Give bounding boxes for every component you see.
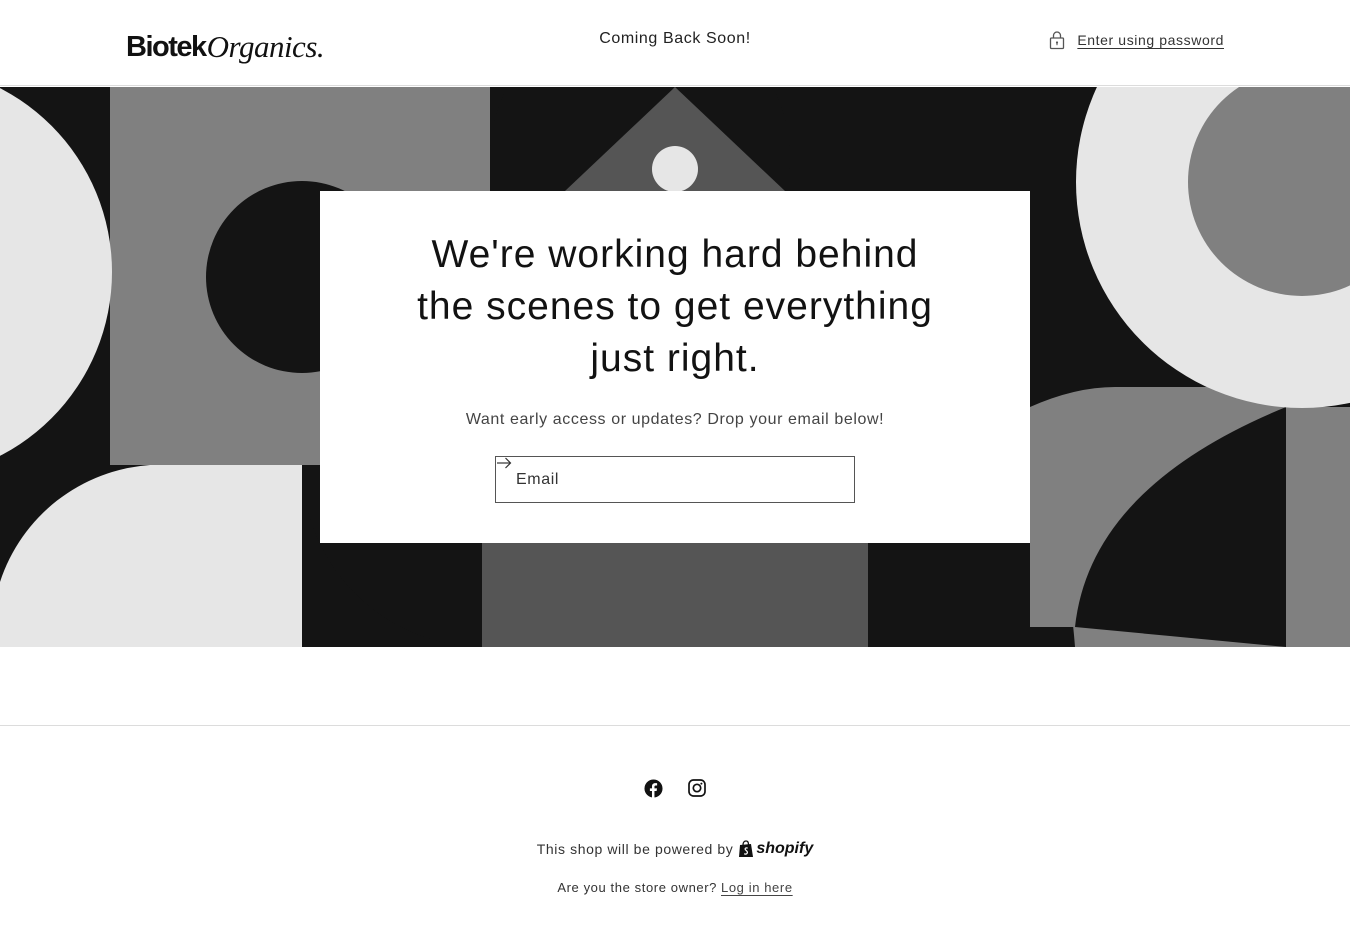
- instagram-icon: [688, 779, 706, 797]
- login-link[interactable]: Log in here: [721, 880, 793, 895]
- powered-by: This shop will be powered by shopify: [0, 840, 1350, 858]
- hero-heading: We're working hard behind the scenes to …: [417, 233, 933, 380]
- social-links: [0, 778, 1350, 798]
- email-input[interactable]: [496, 457, 808, 502]
- hero-banner: We're working hard behind the scenes to …: [0, 87, 1350, 647]
- shopify-link[interactable]: shopify: [738, 840, 813, 858]
- site-footer: This shop will be powered by shopify Are…: [0, 725, 1350, 940]
- signup-card: We're working hard behind the scenes to …: [320, 191, 1030, 543]
- subscribe-button[interactable]: [497, 457, 854, 502]
- site-header: Biotek Organics. Coming Back Soon! Enter…: [0, 0, 1350, 86]
- store-owner-line: Are you the store owner? Log in here: [0, 880, 1350, 895]
- shopify-bag-icon: [739, 840, 754, 857]
- hero-subtext: Want early access or updates? Drop your …: [465, 411, 885, 428]
- arrow-right-icon: [497, 457, 512, 469]
- newsletter-form: [495, 456, 855, 503]
- lock-icon: [1050, 31, 1065, 50]
- enter-password-label: Enter using password: [1077, 32, 1224, 48]
- powered-by-text: This shop will be powered by: [536, 841, 734, 857]
- facebook-icon: [643, 778, 663, 798]
- store-owner-text: Are you the store owner?: [557, 880, 717, 895]
- instagram-link[interactable]: [687, 778, 707, 798]
- enter-password-link[interactable]: Enter using password: [1048, 30, 1224, 50]
- shopify-wordmark: shopify: [756, 840, 814, 857]
- facebook-link[interactable]: [643, 778, 663, 798]
